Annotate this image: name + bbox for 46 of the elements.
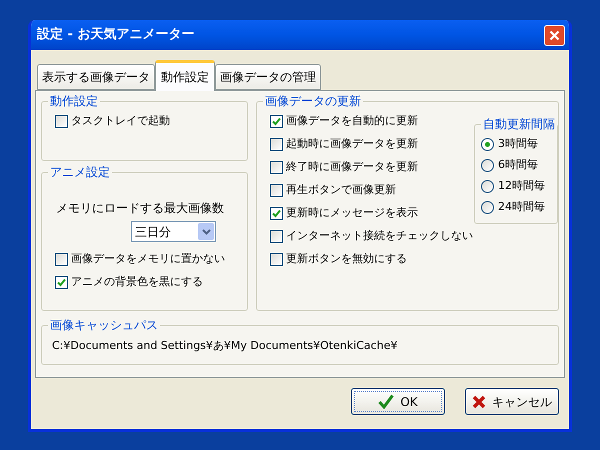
chevron-down-icon xyxy=(202,228,210,234)
checkbox-box[interactable] xyxy=(270,207,283,220)
max-images-label: メモリにロードする最大画像数 xyxy=(55,200,225,217)
checkbox-box[interactable] xyxy=(270,253,283,266)
checkbox-box[interactable] xyxy=(270,161,283,174)
radio-button[interactable]: 12時間毎 xyxy=(481,176,545,197)
checkbox[interactable]: アニメの背景色を黒にする xyxy=(55,271,203,294)
checkbox[interactable]: 再生ボタンで画像更新 xyxy=(270,179,396,202)
checkbox-box[interactable] xyxy=(55,253,68,266)
group-title: 自動更新間隔 xyxy=(481,116,557,132)
checkmark-icon xyxy=(378,394,394,409)
checkbox-box[interactable] xyxy=(55,276,68,289)
close-icon xyxy=(549,30,560,40)
x-icon xyxy=(472,394,486,408)
group-title: 画像データの更新 xyxy=(263,93,363,109)
checkmark-icon xyxy=(272,209,281,218)
cache-path: C:¥Documents and Settings¥あ¥My Documents¥OtenkiCache¥ xyxy=(52,338,398,354)
checkmark-icon xyxy=(57,278,66,287)
checkbox[interactable]: 更新時にメッセージを表示 xyxy=(270,202,418,225)
checkbox-box[interactable] xyxy=(270,138,283,151)
close-button[interactable] xyxy=(544,24,565,46)
checkbox[interactable]: 画像データをメモリに置かない xyxy=(55,248,225,271)
radio-button[interactable]: 24時間毎 xyxy=(481,197,545,218)
window-title: 設定 - お天気アニメーター xyxy=(37,26,194,44)
checkbox-box[interactable] xyxy=(270,230,283,243)
group-title: 画像キャッシュパス xyxy=(48,317,160,333)
checkbox-box[interactable] xyxy=(55,115,68,128)
checkmark-icon xyxy=(272,117,281,126)
checkbox[interactable]: 画像データを自動的に更新 xyxy=(270,110,418,133)
checkbox[interactable]: 更新ボタンを無効にする xyxy=(270,248,407,271)
cancel-button[interactable]: キャンセル xyxy=(465,388,559,415)
radio-button[interactable]: 6時間毎 xyxy=(481,155,538,176)
group-title: アニメ設定 xyxy=(48,164,112,180)
group-title: 動作設定 xyxy=(48,93,100,109)
max-images-dropdown[interactable]: 三日分 xyxy=(131,221,216,242)
checkbox[interactable]: インターネット接続をチェックしない xyxy=(270,225,473,248)
checkbox[interactable]: タスクトレイで起動 xyxy=(55,110,170,133)
radio-button[interactable]: 3時間毎 xyxy=(481,134,538,155)
ok-button[interactable]: OK xyxy=(351,388,445,415)
tab[interactable]: 動作設定 xyxy=(155,60,215,91)
checkbox[interactable]: 起動時に画像データを更新 xyxy=(270,133,418,156)
tab[interactable]: 表示する画像データ xyxy=(37,64,155,90)
checkbox-box[interactable] xyxy=(270,115,283,128)
tab[interactable]: 画像データの管理 xyxy=(215,64,321,90)
checkbox-box[interactable] xyxy=(270,184,283,197)
checkbox[interactable]: 終了時に画像データを更新 xyxy=(270,156,418,179)
